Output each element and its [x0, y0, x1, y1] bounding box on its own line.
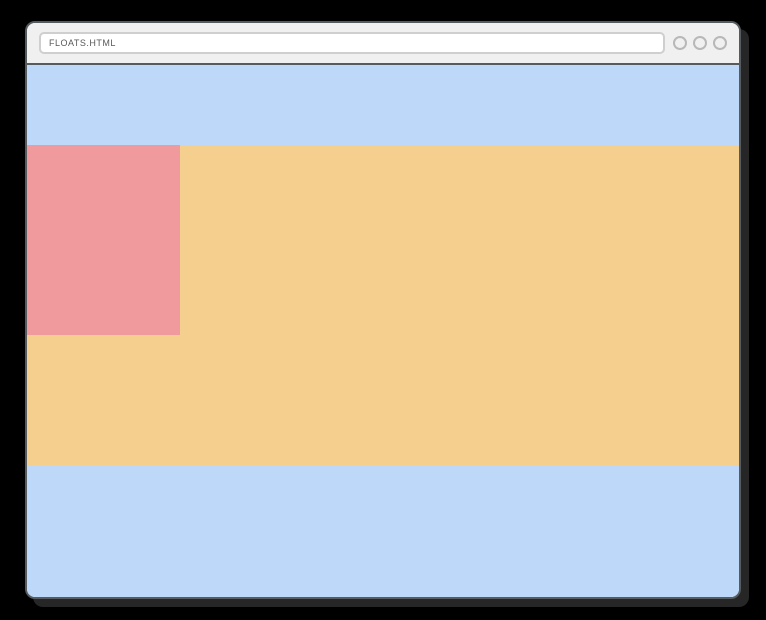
- browser-window: FLOATS.HTML: [25, 21, 741, 599]
- window-button-3[interactable]: [713, 36, 727, 50]
- title-bar: FLOATS.HTML: [27, 23, 739, 65]
- window-button-2[interactable]: [693, 36, 707, 50]
- address-text: FLOATS.HTML: [49, 38, 116, 48]
- address-bar[interactable]: FLOATS.HTML: [39, 32, 665, 54]
- browser-window-mockup: FLOATS.HTML: [25, 21, 741, 599]
- window-button-1[interactable]: [673, 36, 687, 50]
- window-controls: [673, 36, 727, 50]
- viewport: [27, 65, 739, 597]
- floated-block: [27, 145, 180, 335]
